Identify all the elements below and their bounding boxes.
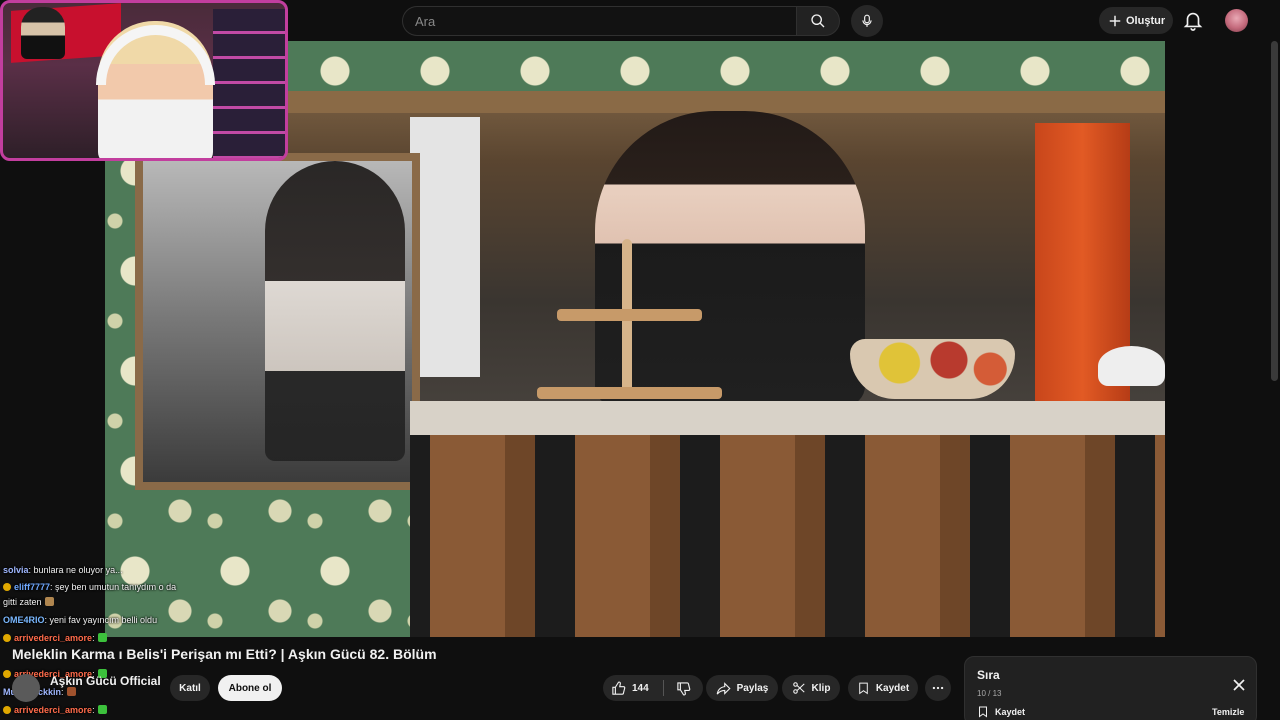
subscribe-button-label: Abone ol: [228, 682, 272, 694]
emote-icon: [97, 705, 107, 714]
thumbs-down-icon[interactable]: [676, 681, 691, 696]
chat-text: :: [61, 687, 64, 697]
chat-username: eliff7777: [14, 582, 51, 592]
more-horizontal-icon: [932, 686, 944, 690]
youtube-watch-page: Oluştur: [0, 0, 1280, 720]
queue-clear-button[interactable]: Temizle: [1212, 707, 1244, 717]
badge-icon: [3, 706, 11, 714]
search-input[interactable]: [403, 7, 796, 35]
more-actions-button[interactable]: [925, 675, 951, 701]
join-button-label: Katıl: [179, 682, 201, 694]
background-shelf: [213, 9, 285, 158]
chat-username: solvia: [3, 565, 29, 575]
chat-message: solvia: bunlara ne oluyor ya...: [3, 562, 123, 578]
chat-text: : şey ben umutun tanıydım o da: [50, 582, 177, 592]
emote-icon: [66, 687, 76, 696]
chat-text: :: [92, 633, 95, 643]
cake-stand-lower-tier: [537, 387, 722, 399]
search-box[interactable]: [402, 6, 796, 36]
microphone-icon: [862, 14, 872, 27]
chat-username: arrivederci_amore: [14, 633, 93, 643]
queue-save-label: Kaydet: [995, 706, 1026, 717]
streamer-facecam: [0, 0, 288, 161]
queue-title: Sıra: [977, 668, 1000, 682]
share-icon: [716, 681, 731, 695]
fruit-bowl: [850, 339, 1015, 399]
clip-button[interactable]: Klip: [782, 675, 840, 701]
voice-search-button[interactable]: [851, 5, 883, 37]
white-pot: [1098, 346, 1165, 386]
chat-message: gitti zaten: [3, 594, 54, 610]
air-conditioner: [410, 117, 480, 377]
reflected-person: [265, 161, 405, 461]
badge-icon: [3, 583, 11, 591]
bell-icon: [1183, 12, 1203, 31]
chat-message: OME4RIO: yeni fav yayıncım belli oldu: [3, 612, 157, 628]
counter-top: [410, 401, 1165, 435]
queue-panel: Sıra 10 / 13 Kaydet Temizle: [964, 656, 1257, 720]
chat-message: arrivederci_amore:: [3, 630, 107, 646]
like-divider: [662, 680, 664, 696]
chat-username: OME4RIO: [3, 615, 45, 625]
channel-name[interactable]: Aşkın Gücü Official: [50, 674, 161, 688]
scissors-icon: [792, 682, 805, 694]
close-icon: [1233, 679, 1245, 691]
emote-icon: [97, 633, 107, 642]
account-avatar[interactable]: [1225, 9, 1248, 32]
portrait-figure: [21, 7, 65, 59]
chat-overlay: solvia: bunlara ne oluyor ya... eliff777…: [0, 562, 250, 720]
create-button-label: Oluştur: [1126, 14, 1166, 27]
badge-icon: [3, 634, 11, 642]
thumbs-up-icon[interactable]: [611, 681, 626, 696]
kitchen-shelf: [135, 91, 1165, 113]
chat-text: :: [92, 705, 95, 715]
notifications-button[interactable]: [1182, 9, 1204, 31]
chat-message: arrivederci_amore:: [3, 702, 107, 718]
cake-stand-upper-tier: [557, 309, 702, 321]
bookmark-icon: [979, 706, 987, 718]
chat-text: : bunlara ne oluyor ya...: [28, 565, 123, 575]
emote-icon: [44, 597, 54, 606]
share-button-label: Paylaş: [736, 682, 769, 694]
video-title: Meleklin Karma ı Belis'i Perişan mı Etti…: [12, 646, 437, 662]
chat-username: arrivederci_amore: [14, 705, 93, 715]
channel-avatar[interactable]: [12, 674, 40, 702]
search-button[interactable]: [796, 6, 840, 36]
share-button[interactable]: Paylaş: [706, 675, 778, 701]
chat-text: : yeni fav yayıncım belli oldu: [44, 615, 158, 625]
bookmark-icon: [859, 682, 868, 695]
queue-count: 10 / 13: [977, 689, 1002, 698]
badge-icon: [3, 670, 11, 678]
plus-icon: [1109, 15, 1121, 26]
page-scrollbar[interactable]: [1271, 41, 1278, 381]
chat-text: gitti zaten: [3, 597, 42, 607]
queue-save-button[interactable]: Kaydet: [977, 705, 1025, 718]
like-count[interactable]: 144: [632, 683, 649, 694]
queue-close-button[interactable]: [1229, 675, 1249, 695]
wooden-counter: [410, 401, 1165, 637]
cake-stand: [537, 239, 722, 399]
join-button[interactable]: Katıl: [170, 675, 210, 701]
search-icon: [811, 14, 825, 28]
subscribe-button[interactable]: Abone ol: [218, 675, 282, 701]
clip-button-label: Klip: [811, 682, 831, 694]
like-dislike-group: 144: [603, 675, 703, 701]
create-button[interactable]: Oluştur: [1099, 7, 1173, 34]
save-button[interactable]: Kaydet: [848, 675, 918, 701]
save-button-label: Kaydet: [875, 682, 910, 694]
chat-message: eliff7777: şey ben umutun tanıydım o da: [3, 579, 176, 595]
